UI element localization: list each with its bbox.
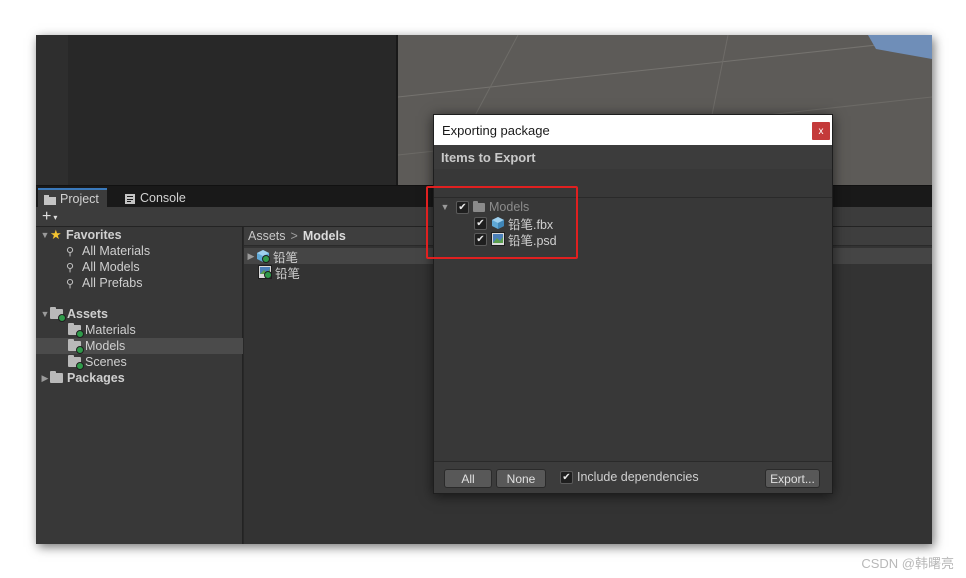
dialog-title: Exporting package bbox=[442, 122, 550, 138]
folder-icon bbox=[68, 339, 84, 354]
breadcrumb-current[interactable]: Models bbox=[303, 229, 346, 243]
expand-arrow-icon[interactable]: ▶ bbox=[246, 251, 256, 262]
watermark: CSDN @韩曙亮 bbox=[861, 556, 954, 571]
export-button-label: Export... bbox=[770, 471, 815, 486]
chevron-right-icon: > bbox=[290, 229, 298, 243]
search-icon: ⚲ bbox=[66, 277, 75, 290]
folder-icon bbox=[68, 355, 84, 370]
tree-item-all-materials[interactable]: ⚲ All Materials bbox=[36, 243, 243, 259]
include-dependencies-label: Include dependencies bbox=[577, 470, 699, 484]
hierarchy-pane bbox=[36, 35, 397, 185]
include-dependencies-checkbox[interactable]: ✔ bbox=[560, 470, 573, 484]
tree-packages-label: Packages bbox=[67, 371, 125, 385]
star-icon: ★ bbox=[50, 227, 62, 242]
tree-packages[interactable]: ▶ Packages bbox=[36, 370, 243, 386]
tree-item-label: Materials bbox=[85, 323, 136, 337]
tab-console-label: Console bbox=[140, 191, 186, 205]
tree-item-label: Scenes bbox=[85, 355, 127, 369]
tree-item-models[interactable]: Models bbox=[36, 338, 243, 354]
all-button[interactable]: All bbox=[444, 469, 492, 488]
expand-arrow-icon[interactable]: ▼ bbox=[40, 309, 50, 319]
close-icon: x bbox=[818, 125, 824, 137]
tree-item-label: All Materials bbox=[82, 244, 151, 258]
close-button[interactable]: x bbox=[812, 122, 830, 140]
all-button-label: All bbox=[461, 471, 475, 486]
tree-item-label: All Models bbox=[82, 260, 140, 274]
include-dependencies-toggle[interactable]: ✔ Include dependencies bbox=[560, 470, 699, 484]
tree-assets-label: Assets bbox=[67, 307, 108, 321]
model-icon bbox=[256, 249, 270, 263]
tree-item-label: Models bbox=[85, 339, 126, 353]
search-icon: ⚲ bbox=[66, 245, 75, 258]
dialog-title-bar[interactable]: Exporting package x bbox=[434, 115, 832, 145]
export-package-dialog: Exporting package x Items to Export ▼ ✔ … bbox=[433, 114, 833, 494]
items-to-export-header: Items to Export bbox=[434, 145, 832, 169]
console-icon bbox=[124, 193, 136, 204]
tree-item-all-prefabs[interactable]: ⚲ All Prefabs bbox=[36, 275, 243, 291]
folder-icon bbox=[50, 371, 63, 383]
texture-icon bbox=[258, 265, 272, 279]
folder-icon bbox=[50, 307, 66, 322]
none-button-label: None bbox=[506, 471, 536, 486]
tab-project-label: Project bbox=[60, 192, 99, 206]
tab-project[interactable]: Project bbox=[38, 188, 107, 208]
dialog-footer: All None ✔ Include dependencies Export..… bbox=[434, 461, 832, 493]
folder-icon bbox=[44, 194, 56, 205]
plus-icon: + bbox=[42, 208, 52, 225]
tree-item-scenes[interactable]: Scenes bbox=[36, 354, 243, 370]
expand-arrow-icon[interactable]: ▼ bbox=[40, 230, 50, 240]
tree-item-materials[interactable]: Materials bbox=[36, 322, 243, 338]
create-button[interactable]: + ▾ bbox=[42, 208, 57, 226]
expand-arrow-icon[interactable]: ▶ bbox=[40, 373, 50, 384]
tree-item-label: All Prefabs bbox=[82, 276, 143, 290]
dialog-header-label: Items to Export bbox=[441, 149, 536, 165]
tree-favorites[interactable]: ▼ ★ Favorites bbox=[36, 227, 243, 243]
tree-item-all-models[interactable]: ⚲ All Models bbox=[36, 259, 243, 275]
breadcrumb-root[interactable]: Assets bbox=[248, 229, 286, 243]
tree-assets[interactable]: ▼ Assets bbox=[36, 306, 243, 322]
asset-item-label: 铅笔 bbox=[275, 266, 301, 281]
tree-favorites-label: Favorites bbox=[66, 228, 122, 242]
tab-console[interactable]: Console bbox=[118, 188, 194, 208]
search-icon: ⚲ bbox=[66, 261, 75, 274]
chevron-down-icon: ▾ bbox=[53, 212, 58, 222]
folder-icon bbox=[68, 323, 84, 338]
project-tree: ▼ ★ Favorites ⚲ All Materials ⚲ All Mode… bbox=[36, 227, 243, 544]
export-button[interactable]: Export... bbox=[765, 469, 820, 488]
none-button[interactable]: None bbox=[496, 469, 546, 488]
highlight-annotation bbox=[426, 186, 578, 259]
hierarchy-strip bbox=[36, 35, 68, 185]
